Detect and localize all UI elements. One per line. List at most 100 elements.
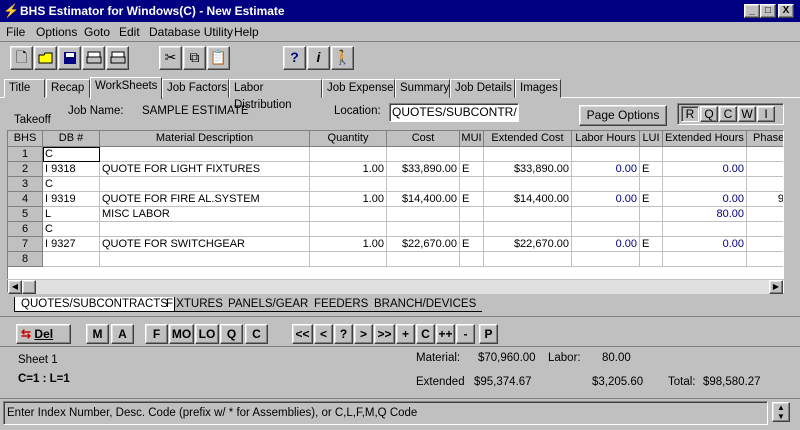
code-m-button[interactable]: M <box>86 324 109 344</box>
cell-mui[interactable] <box>460 147 484 162</box>
paste-icon[interactable]: 📋 <box>207 46 230 70</box>
cell-phase[interactable] <box>747 162 783 177</box>
nav-prev-button[interactable]: < <box>314 324 333 344</box>
cell-cost[interactable] <box>387 252 460 267</box>
nav-p-button[interactable]: P <box>479 324 498 344</box>
nav-remove-button[interactable]: - <box>456 324 475 344</box>
sheet-tab-fixtures[interactable]: FIXTURES <box>160 297 229 312</box>
print-icon[interactable] <box>82 46 105 70</box>
cell-lui[interactable] <box>640 177 663 192</box>
cell-mui[interactable]: E <box>460 162 484 177</box>
cell-mui[interactable] <box>460 252 484 267</box>
nav-first-button[interactable]: << <box>292 324 313 344</box>
cell-labor[interactable] <box>572 207 640 222</box>
menu-file[interactable]: File <box>6 25 25 39</box>
cell-db[interactable]: C <box>43 222 100 237</box>
col-header-lui[interactable]: LUI <box>640 131 663 147</box>
cell-mui[interactable] <box>460 177 484 192</box>
cell-phase[interactable] <box>747 222 783 237</box>
copy-icon[interactable]: ⧉ <box>183 46 206 70</box>
col-header-extended-cost[interactable]: Extended Cost <box>484 131 572 147</box>
col-header-db[interactable]: DB # <box>43 131 100 147</box>
cell-lui[interactable]: E <box>640 237 663 252</box>
cell-qty[interactable] <box>310 177 387 192</box>
mode-c-button[interactable]: C <box>719 106 737 122</box>
save-icon[interactable] <box>58 46 81 70</box>
cell-ext-cost[interactable]: $22,670.00 <box>484 237 572 252</box>
cell-desc[interactable]: MISC LABOR <box>100 207 310 222</box>
col-header-phase[interactable]: Phase <box>747 131 783 147</box>
cell-db[interactable]: I 9318 <box>43 162 100 177</box>
cut-icon[interactable]: ✂ <box>159 46 182 70</box>
cell-desc[interactable] <box>100 147 310 162</box>
cell-labor[interactable]: 0.00 <box>572 192 640 207</box>
cell-ext-hours[interactable] <box>663 177 747 192</box>
sheet-tab-feeders[interactable]: FEEDERS <box>308 297 375 312</box>
info-icon[interactable]: i <box>307 46 330 70</box>
nav-add-button[interactable]: + <box>396 324 415 344</box>
cell-ext-hours[interactable]: 80.00 <box>663 207 747 222</box>
tab-title[interactable]: Title <box>4 79 45 98</box>
tab-labor-distribution[interactable]: Labor Distribution <box>229 79 322 111</box>
cell-desc[interactable] <box>100 252 310 267</box>
tab-job-details[interactable]: Job Details <box>450 79 515 98</box>
cell-qty[interactable]: 1.00 <box>310 237 387 252</box>
cell-mui[interactable]: E <box>460 192 484 207</box>
cell-db[interactable]: L <box>43 207 100 222</box>
mode-w-button[interactable]: W <box>738 106 756 122</box>
page-options-button[interactable]: Page Options <box>579 105 667 126</box>
cell-desc[interactable] <box>100 177 310 192</box>
sheet-tab-branch-devices[interactable]: BRANCH/DEVICES <box>368 297 483 312</box>
cell-ext-cost[interactable] <box>484 252 572 267</box>
nav-last-button[interactable]: >> <box>374 324 395 344</box>
cell-phase[interactable] <box>747 177 783 192</box>
col-header-cost[interactable]: Cost <box>387 131 460 147</box>
nav-c-button[interactable]: C <box>416 324 435 344</box>
tab-job-expense[interactable]: Job Expense <box>322 79 395 98</box>
cell-lui[interactable] <box>640 252 663 267</box>
cell-cost[interactable]: $22,670.00 <box>387 237 460 252</box>
cell-phase[interactable] <box>747 147 783 162</box>
delete-button[interactable]: ⇆ Del <box>16 324 71 344</box>
menu-edit[interactable]: Edit <box>119 25 140 39</box>
cell-ext-cost[interactable] <box>484 147 572 162</box>
scroll-thumb[interactable] <box>22 280 36 294</box>
cell-desc[interactable]: QUOTE FOR FIRE AL.SYSTEM <box>100 192 310 207</box>
cell-phase[interactable] <box>747 237 783 252</box>
code-c-button[interactable]: C <box>245 324 268 344</box>
worksheet-grid[interactable]: BHS DB # Material Description Quantity C… <box>7 130 784 293</box>
cell-mui[interactable]: E <box>460 237 484 252</box>
nav-add-all-button[interactable]: ++ <box>436 324 455 344</box>
cell-lui[interactable] <box>640 222 663 237</box>
cell-desc[interactable] <box>100 222 310 237</box>
sheet-tab-panels-gear[interactable]: PANELS/GEAR <box>222 297 315 312</box>
code-mo-button[interactable]: MO <box>169 324 194 344</box>
cell-lui[interactable] <box>640 147 663 162</box>
scroll-right-button[interactable]: ▶ <box>769 280 783 294</box>
horizontal-scrollbar[interactable]: ◀ ▶ <box>8 280 783 294</box>
cell-labor[interactable] <box>572 147 640 162</box>
cell-qty[interactable] <box>310 252 387 267</box>
cell-ext-hours[interactable]: 0.00 <box>663 162 747 177</box>
cell-db[interactable]: I 9327 <box>43 237 100 252</box>
cell-qty[interactable]: 1.00 <box>310 162 387 177</box>
tab-images[interactable]: Images <box>515 79 561 98</box>
cell-lui[interactable]: E <box>640 192 663 207</box>
cell-ext-cost[interactable] <box>484 222 572 237</box>
app-icon[interactable]: ⚡ <box>3 3 19 18</box>
cell-lui[interactable] <box>640 207 663 222</box>
cell-cost[interactable] <box>387 207 460 222</box>
cell-db[interactable] <box>43 252 100 267</box>
nav-next-button[interactable]: > <box>354 324 373 344</box>
menu-help[interactable]: Help <box>234 25 259 39</box>
mode-r-button[interactable]: R <box>681 106 699 122</box>
spin-button[interactable]: ▲ ▼ <box>772 402 790 422</box>
cell-cost[interactable] <box>387 147 460 162</box>
nav-help-button[interactable]: ? <box>334 324 353 344</box>
cell-ext-cost[interactable]: $14,400.00 <box>484 192 572 207</box>
tab-recap[interactable]: Recap <box>46 79 90 98</box>
tab-worksheets[interactable]: WorkSheets <box>90 77 162 99</box>
cell-cost[interactable]: $33,890.00 <box>387 162 460 177</box>
cell-qty[interactable] <box>310 207 387 222</box>
cell-desc[interactable]: QUOTE FOR SWITCHGEAR <box>100 237 310 252</box>
